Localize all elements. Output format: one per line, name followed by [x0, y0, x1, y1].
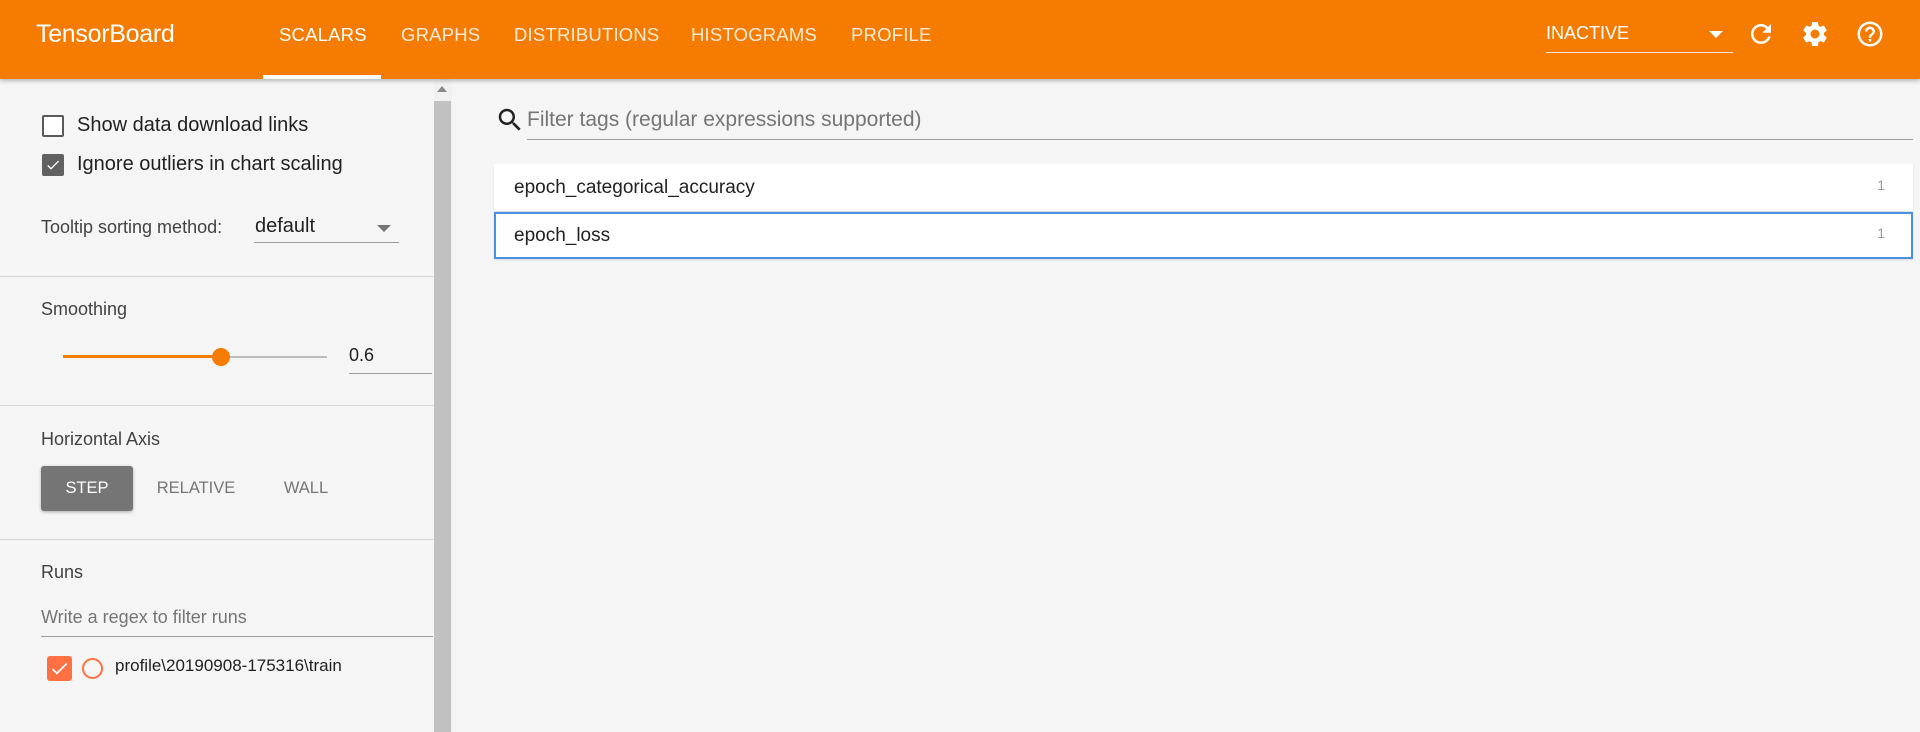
scroll-up-arrow-icon[interactable] — [437, 86, 447, 92]
active-tab-indicator — [263, 75, 381, 79]
ignore-outliers-label: Ignore outliers in chart scaling — [77, 153, 343, 175]
run-checkbox[interactable] — [47, 656, 72, 681]
axis-relative-button[interactable]: RELATIVE — [147, 466, 245, 511]
show-download-links-label: Show data download links — [77, 114, 309, 136]
axis-wall-button[interactable]: WALL — [268, 466, 344, 511]
run-name: profile\20190908-175316\train — [115, 656, 342, 675]
tab-histograms[interactable]: HISTOGRAMS — [691, 24, 817, 46]
search-icon — [498, 108, 521, 131]
ignore-outliers-checkbox[interactable] — [42, 154, 64, 176]
app-title: TensorBoard — [36, 20, 175, 48]
checkmark-icon — [51, 662, 68, 675]
smoothing-label: Smoothing — [41, 299, 128, 319]
top-app-bar: TensorBoard SCALARS GRAPHS DISTRIBUTIONS… — [0, 0, 1920, 79]
tag-name: epoch_loss — [514, 225, 611, 246]
settings-gear-icon[interactable] — [1800, 19, 1830, 49]
refresh-icon[interactable] — [1746, 19, 1776, 49]
tab-profile[interactable]: PROFILE — [851, 24, 932, 46]
run-status-dropdown[interactable]: INACTIVE — [1546, 20, 1733, 53]
chevron-down-icon — [377, 225, 391, 232]
tooltip-sorting-value: default — [255, 215, 316, 237]
tag-count-badge: 1 — [1877, 177, 1885, 193]
checkmark-icon — [47, 160, 59, 170]
show-download-links-checkbox[interactable] — [42, 115, 64, 137]
sidebar-scrollbar-thumb[interactable] — [434, 101, 451, 732]
run-filter-field[interactable] — [41, 602, 433, 637]
tag-filter-field[interactable] — [527, 104, 1913, 140]
horizontal-axis-label: Horizontal Axis — [41, 429, 161, 449]
runs-label: Runs — [41, 562, 84, 582]
tab-distributions[interactable]: DISTRIBUTIONS — [514, 24, 659, 46]
help-icon[interactable] — [1855, 19, 1885, 49]
smoothing-value-input[interactable]: 0.6 — [349, 338, 432, 374]
tag-group-row[interactable]: epoch_loss 1 — [494, 212, 1913, 259]
divider — [0, 276, 434, 277]
run-filter-input[interactable] — [41, 602, 433, 632]
tag-name: epoch_categorical_accuracy — [514, 177, 755, 198]
axis-step-button[interactable]: STEP — [41, 466, 133, 511]
divider — [0, 405, 434, 406]
tab-scalars[interactable]: SCALARS — [279, 24, 367, 46]
run-color-radio[interactable] — [82, 658, 103, 679]
divider — [0, 539, 434, 540]
tab-graphs[interactable]: GRAPHS — [401, 24, 480, 46]
tag-group-row[interactable]: epoch_categorical_accuracy 1 — [494, 164, 1913, 211]
tag-filter-input[interactable] — [527, 104, 1913, 136]
smoothing-slider-fill — [63, 355, 221, 358]
tag-count-badge: 1 — [1877, 225, 1885, 241]
tooltip-sorting-label: Tooltip sorting method: — [41, 217, 223, 237]
dropdown-arrow-icon — [1709, 31, 1723, 38]
tooltip-sorting-select[interactable]: default — [254, 211, 399, 243]
run-status-value: INACTIVE — [1546, 23, 1630, 43]
smoothing-slider-knob[interactable] — [212, 348, 230, 366]
